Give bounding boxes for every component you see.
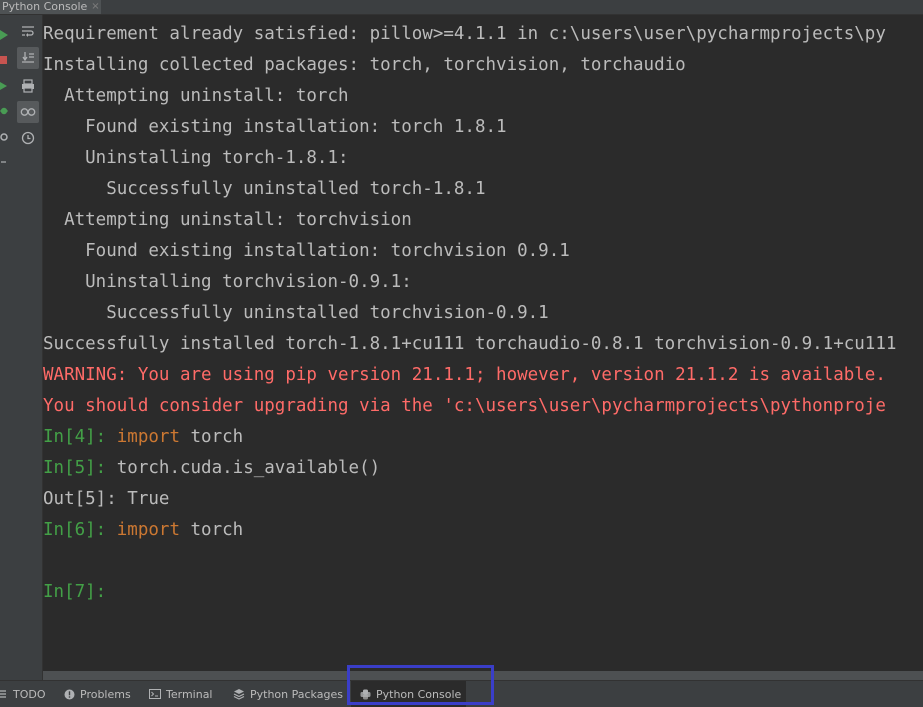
prompt-in-4: In[4]: bbox=[43, 427, 117, 447]
keyword-import: import bbox=[116, 427, 180, 447]
tab-python-console[interactable]: Python Console × bbox=[0, 0, 101, 14]
tab-terminal[interactable]: Terminal bbox=[149, 681, 213, 707]
output-line: Requirement already satisfied: pillow>=4… bbox=[43, 24, 886, 44]
terminal-icon bbox=[149, 689, 161, 699]
console-input-line-5: In[5]: torch.cuda.is_available() bbox=[43, 453, 923, 484]
show-variables-icon[interactable] bbox=[17, 101, 39, 123]
warning-line: You should consider upgrading via the 'c… bbox=[43, 396, 886, 416]
settings-icon[interactable] bbox=[0, 132, 8, 142]
scrollbar-thumb[interactable] bbox=[43, 671, 923, 680]
history-icon[interactable] bbox=[17, 127, 39, 149]
tab-problems-label: Problems bbox=[80, 687, 131, 701]
stop-icon[interactable] bbox=[0, 55, 8, 65]
output-line: Found existing installation: torch 1.8.1 bbox=[43, 117, 507, 137]
tab-python-console-label: Python Console bbox=[2, 0, 88, 13]
output-line: Found existing installation: torchvision… bbox=[43, 241, 570, 261]
code-text: torch bbox=[179, 427, 244, 447]
console-output[interactable]: Requirement already satisfied: pillow>=4… bbox=[43, 19, 923, 671]
problems-icon bbox=[64, 689, 75, 700]
code-text: torch bbox=[179, 520, 244, 540]
tool-window-header: Python Console × bbox=[0, 0, 923, 15]
debug-icon[interactable] bbox=[0, 106, 8, 116]
console-action-toolbar bbox=[14, 15, 43, 680]
tab-terminal-label: Terminal bbox=[166, 687, 213, 701]
tab-python-packages-label: Python Packages bbox=[250, 687, 343, 701]
console-input-prompt[interactable]: In[7]: bbox=[43, 577, 923, 608]
todo-icon bbox=[0, 689, 8, 699]
output-line: Installing collected packages: torch, to… bbox=[43, 55, 686, 75]
output-line: Uninstalling torch-1.8.1: bbox=[43, 148, 349, 168]
console-output-line-5: Out[5]: True bbox=[43, 489, 170, 509]
output-line: Uninstalling torchvision-0.9.1: bbox=[43, 272, 412, 292]
tab-todo[interactable]: TODO bbox=[0, 681, 46, 707]
output-line: Successfully uninstalled torch-1.8.1 bbox=[43, 179, 486, 199]
output-line: Attempting uninstall: torchvision bbox=[43, 210, 412, 230]
soft-wrap-icon[interactable] bbox=[17, 20, 39, 42]
scroll-to-end-icon[interactable] bbox=[17, 47, 39, 69]
tab-python-console-label: Python Console bbox=[376, 687, 462, 701]
python-icon bbox=[360, 689, 371, 700]
tool-window-bar: TODO Problems Terminal Python Packages P… bbox=[0, 680, 923, 707]
console-input-line-4: In[4]: import torch bbox=[43, 422, 923, 453]
warning-line: WARNING: You are using pip version 21.1.… bbox=[43, 365, 886, 385]
console-input-line-6: In[6]: import torch bbox=[43, 515, 923, 546]
output-line: Successfully uninstalled torchvision-0.9… bbox=[43, 303, 549, 323]
output-line: Successfully installed torch-1.8.1+cu111… bbox=[43, 334, 897, 354]
code-text: torch.cuda.is_available() bbox=[116, 458, 381, 478]
left-gutter bbox=[0, 15, 14, 680]
keyword-import: import bbox=[116, 520, 180, 540]
prompt-in-5: In[5]: bbox=[43, 458, 117, 478]
tab-todo-label: TODO bbox=[13, 687, 46, 701]
horizontal-scrollbar[interactable] bbox=[43, 671, 923, 680]
rerun-icon[interactable] bbox=[0, 81, 8, 91]
tab-python-packages[interactable]: Python Packages bbox=[233, 681, 343, 707]
prompt-in-7: In[7]: bbox=[43, 582, 107, 602]
tab-python-console[interactable]: Python Console bbox=[351, 681, 466, 707]
tab-problems[interactable]: Problems bbox=[64, 681, 131, 707]
packages-icon bbox=[233, 688, 245, 700]
close-tab-icon[interactable]: × bbox=[91, 0, 99, 14]
output-line: Attempting uninstall: torch bbox=[43, 86, 349, 106]
run-icon[interactable] bbox=[0, 30, 8, 40]
print-icon[interactable] bbox=[17, 75, 39, 97]
console-output-lines: Requirement already satisfied: pillow>=4… bbox=[43, 19, 923, 422]
minimize-icon[interactable] bbox=[0, 157, 8, 167]
prompt-in-6: In[6]: bbox=[43, 520, 117, 540]
